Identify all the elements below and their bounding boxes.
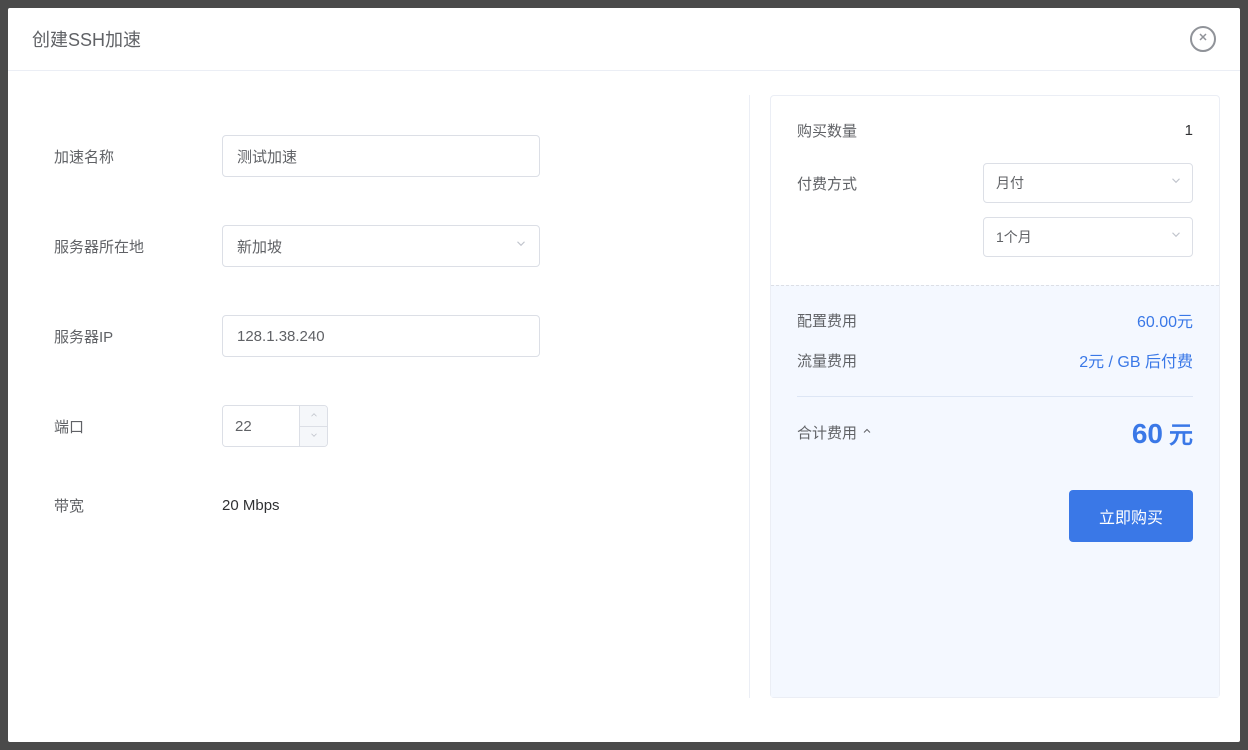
divider bbox=[797, 396, 1193, 397]
payment-type-select[interactable] bbox=[983, 163, 1193, 203]
summary-panel: 购买数量 1 付费方式 bbox=[750, 71, 1220, 722]
duration-select[interactable] bbox=[983, 217, 1193, 257]
name-input[interactable] bbox=[222, 135, 540, 177]
total-toggle[interactable]: 合计费用 bbox=[797, 422, 873, 443]
location-label: 服务器所在地 bbox=[54, 236, 222, 257]
payment-label: 付费方式 bbox=[797, 163, 857, 194]
port-decrease-button[interactable] bbox=[300, 427, 327, 447]
modal-header: 创建SSH加速 bbox=[8, 8, 1240, 71]
close-button[interactable] bbox=[1190, 26, 1216, 52]
port-increase-button[interactable] bbox=[300, 406, 327, 427]
name-label: 加速名称 bbox=[54, 146, 222, 167]
caret-down-icon bbox=[309, 427, 319, 445]
port-input[interactable] bbox=[223, 406, 299, 446]
bandwidth-value: 20 Mbps bbox=[222, 497, 280, 514]
caret-up-icon bbox=[309, 407, 319, 425]
ip-label: 服务器IP bbox=[54, 326, 222, 347]
buy-now-button[interactable]: 立即购买 bbox=[1069, 490, 1193, 542]
total-value: 60元 bbox=[1132, 415, 1193, 450]
total-label-text: 合计费用 bbox=[797, 422, 857, 443]
chevron-up-icon bbox=[861, 424, 873, 441]
close-icon bbox=[1197, 30, 1209, 48]
location-select[interactable] bbox=[222, 225, 540, 267]
traffic-cost-value: 2元 / GB 后付费 bbox=[1079, 348, 1193, 372]
bandwidth-label: 带宽 bbox=[54, 495, 222, 516]
config-cost-label: 配置费用 bbox=[797, 310, 857, 331]
modal-title: 创建SSH加速 bbox=[32, 26, 141, 52]
form-panel: 加速名称 服务器所在地 服务器IP bbox=[8, 95, 750, 698]
qty-value: 1 bbox=[1185, 122, 1193, 139]
traffic-cost-label: 流量费用 bbox=[797, 350, 857, 371]
ip-input[interactable] bbox=[222, 315, 540, 357]
qty-label: 购买数量 bbox=[797, 120, 857, 141]
create-ssh-accel-modal: 创建SSH加速 加速名称 服务器所在地 bbox=[8, 8, 1240, 742]
config-cost-value: 60.00元 bbox=[1137, 308, 1193, 332]
port-label: 端口 bbox=[54, 416, 222, 437]
